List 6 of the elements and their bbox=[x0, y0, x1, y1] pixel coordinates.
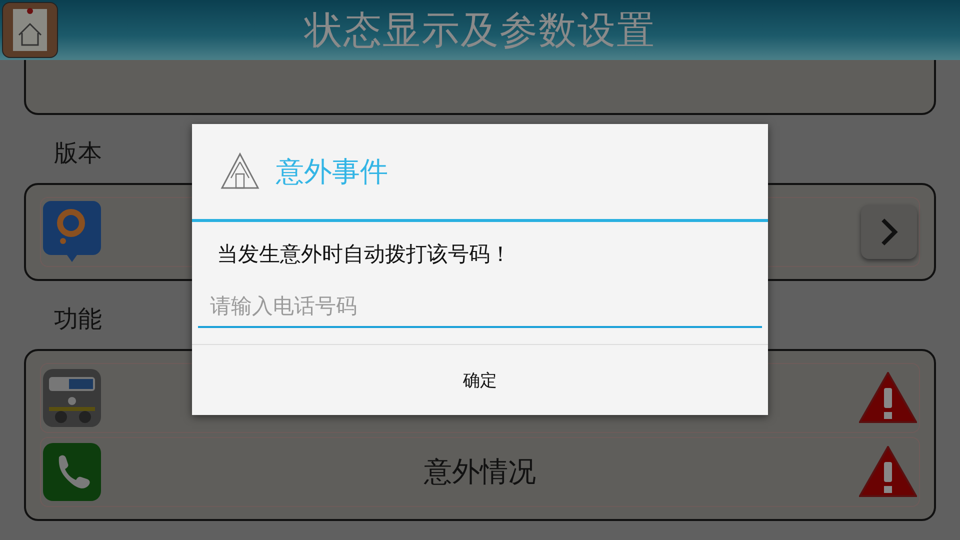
row-title: 意外情况 bbox=[423, 454, 537, 490]
page-title: 状态显示及参数设置 bbox=[304, 6, 656, 54]
dialog-message: 当发生意外时自动拨打该号码！ bbox=[216, 241, 512, 268]
dialog-title: 意外事件 bbox=[276, 154, 388, 190]
section-label: 版本 bbox=[54, 138, 102, 169]
section-label: 功能 bbox=[54, 304, 102, 335]
